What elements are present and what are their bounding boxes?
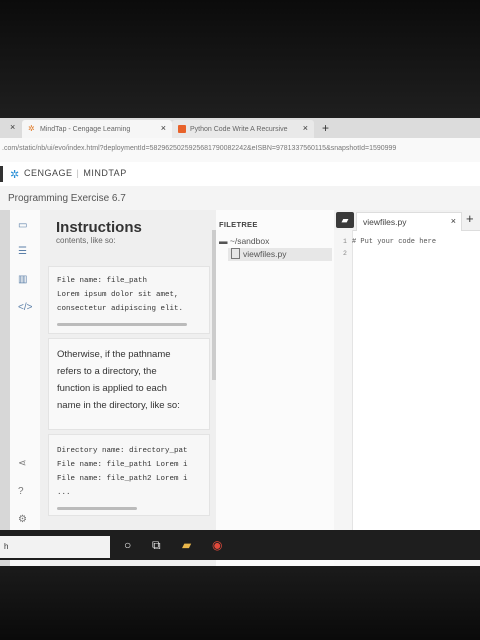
line-number-gutter: 1 2 — [334, 230, 353, 530]
folder-icon[interactable]: ▰ — [336, 212, 354, 228]
browser-tab-mindtap[interactable]: ✲ MindTap - Cengage Learning × — [22, 120, 172, 138]
code-line: Lorem ipsum dolor sit amet, — [57, 291, 179, 299]
code-icon[interactable]: </> — [18, 302, 32, 313]
instructions-panel: Instructions contents, like so: File nam… — [40, 210, 217, 568]
code-line: File name: file_path2 Lorem i — [57, 475, 188, 483]
add-file-button[interactable]: + — [466, 211, 474, 226]
code-scrollbar[interactable] — [57, 507, 137, 510]
monitor-bezel-top — [0, 0, 480, 118]
file-label: viewfiles.py — [243, 249, 287, 259]
rail-edge — [0, 210, 10, 568]
tab-label: Python Code Write A Recursive — [190, 125, 288, 133]
new-tab-button[interactable]: + — [322, 121, 329, 135]
browser-tab-bar: × ✲ MindTap - Cengage Learning × Python … — [0, 118, 480, 138]
tab-label: MindTap - Cengage Learning — [40, 125, 131, 133]
instructions-title: Instructions — [56, 219, 142, 236]
brand-mindtap: MINDTAP — [83, 168, 127, 178]
share-icon[interactable]: ⋖ — [18, 458, 26, 469]
os-taskbar: h ○ ⧉ ▰ ◉ — [0, 530, 480, 560]
file-explorer-icon[interactable]: ▰ — [182, 538, 191, 552]
brand-cengage: CENGAGE — [24, 168, 73, 178]
exercise-header: Programming Exercise 6.7 — [0, 186, 480, 211]
code-scrollbar[interactable] — [57, 323, 187, 326]
folder-label: ~/sandbox — [229, 236, 270, 246]
brand-separator: | — [76, 168, 80, 178]
book-icon[interactable]: ▭ — [18, 220, 27, 231]
settings-icon[interactable]: ⚙ — [18, 514, 27, 525]
code-line: consectetur adipiscing elit. — [57, 305, 184, 313]
code-line-1[interactable]: # Put your code here — [352, 238, 436, 246]
filetree-title: FILETREE — [219, 220, 258, 229]
close-icon[interactable]: × — [451, 216, 456, 226]
paragraph-line: function is applied to each — [57, 383, 167, 394]
code-line: Directory name: directory_pat — [57, 447, 188, 455]
filetree-file-viewfiles[interactable]: viewfiles.py — [228, 248, 332, 261]
line-number: 2 — [343, 250, 347, 257]
tab-close-icon[interactable]: × — [161, 123, 166, 133]
sidebar-toggle[interactable] — [0, 166, 3, 182]
taskbar-search[interactable]: h — [0, 536, 110, 558]
taskbar-search-text: h — [4, 542, 9, 551]
editor-tab-label: viewfiles.py — [363, 217, 407, 227]
editor-tab-bar: ▰ viewfiles.py × + — [334, 210, 480, 231]
editor-tab-viewfiles[interactable]: viewfiles.py × — [356, 212, 462, 231]
browser-tab-python[interactable]: Python Code Write A Recursive × — [172, 120, 314, 138]
code-line: File name: file_path — [57, 277, 148, 285]
chart-icon[interactable]: ▥ — [18, 274, 27, 285]
paragraph-line: name in the directory, like so: — [57, 400, 180, 411]
code-example-directory: Directory name: directory_pat File name:… — [48, 434, 210, 516]
filetree-panel: FILETREE ▬ ~/sandbox viewfiles.py — [216, 210, 335, 568]
code-example-file: File name: file_path Lorem ipsum dolor s… — [48, 266, 210, 334]
chrome-icon[interactable]: ◉ — [212, 538, 222, 552]
folder-open-icon: ▬ — [219, 236, 228, 246]
brand-name: CENGAGE | MINDTAP — [24, 168, 127, 178]
exercise-title: Programming Exercise 6.7 — [8, 193, 126, 204]
task-view-icon[interactable]: ⧉ — [152, 538, 161, 553]
code-line: ... — [57, 489, 71, 497]
list-icon[interactable]: ☰ — [18, 246, 27, 257]
cengage-favicon-icon: ✲ — [28, 124, 35, 133]
leading-close-icon[interactable]: × — [10, 122, 15, 132]
cortana-icon[interactable]: ○ — [124, 538, 131, 552]
chegg-favicon-icon — [178, 125, 186, 133]
tool-rail: ▭ ☰ ▥ </> ⋖ ? ⚙ — [10, 210, 41, 568]
monitor-bezel-bottom — [0, 566, 480, 640]
code-line: File name: file_path1 Lorem i — [57, 461, 188, 469]
screen: × ✲ MindTap - Cengage Learning × Python … — [0, 118, 480, 568]
app-header: ✲ CENGAGE | MINDTAP — [0, 162, 480, 187]
file-icon — [231, 248, 240, 259]
tab-close-icon[interactable]: × — [303, 123, 308, 133]
instructions-paragraph: Otherwise, if the pathname refers to a d… — [48, 338, 210, 430]
sandbox-folder[interactable]: ▬ ~/sandbox — [219, 236, 269, 246]
instructions-cutoff-text: contents, like so: — [56, 236, 116, 245]
cengage-logo-icon: ✲ — [10, 169, 20, 181]
paragraph-line: refers to a directory, the — [57, 366, 157, 377]
url-text: .com/static/nb/ui/evo/index.html?deploym… — [2, 145, 397, 152]
address-bar[interactable]: .com/static/nb/ui/evo/index.html?deploym… — [0, 138, 480, 163]
code-editor: ▰ viewfiles.py × + 1 2 # Put your code h… — [334, 210, 480, 568]
help-icon[interactable]: ? — [18, 486, 24, 497]
line-number: 1 — [343, 238, 347, 245]
paragraph-line: Otherwise, if the pathname — [57, 349, 171, 360]
